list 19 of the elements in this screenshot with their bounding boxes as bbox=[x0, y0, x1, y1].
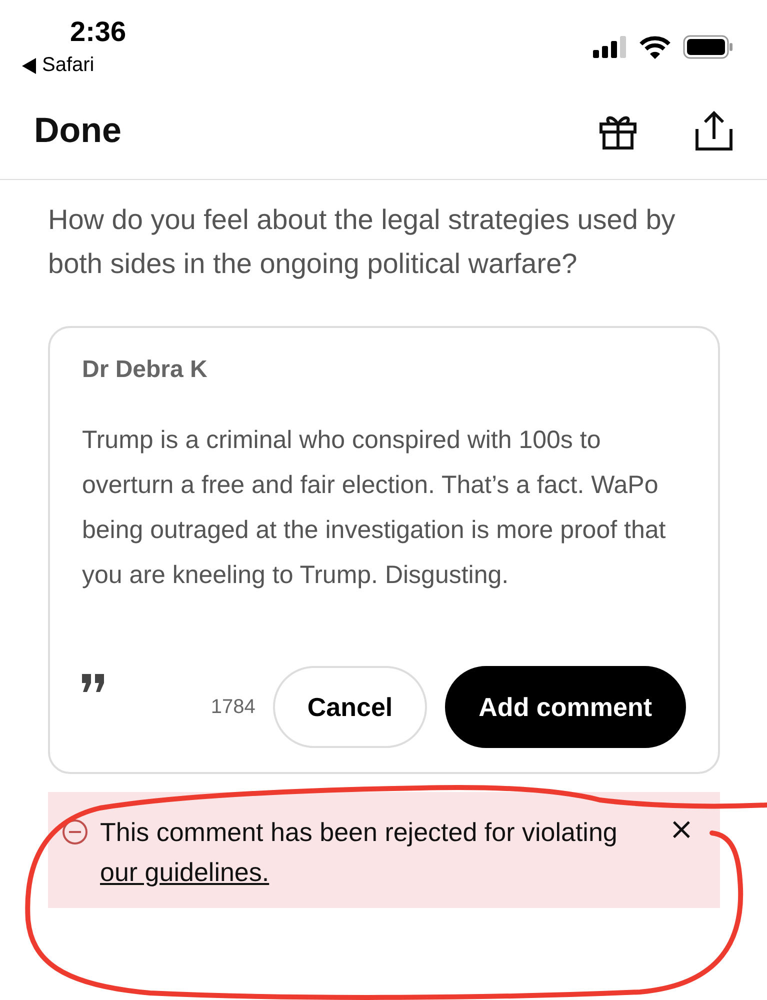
minus-circle-icon bbox=[62, 819, 88, 845]
clock-time: 2:36 bbox=[70, 16, 126, 48]
close-button[interactable]: × bbox=[662, 812, 700, 848]
wifi-icon bbox=[639, 35, 671, 59]
add-comment-button[interactable]: Add comment bbox=[444, 666, 686, 748]
cancel-button[interactable]: Cancel bbox=[273, 666, 427, 748]
character-count: 1784 bbox=[210, 696, 256, 718]
share-icon[interactable] bbox=[695, 110, 733, 150]
author-name: Dr Debra K bbox=[82, 356, 208, 384]
comment-input-field[interactable]: Trump is a criminal who conspired with 100s to overturn a free and fair election. That’s a fact. WaPo being outraged at the investigation is more proof that you are kneeling to Trump. Disgusting. bbox=[82, 418, 686, 598]
question-text: How do you feel about the legal strategies used by both sides in the ongoing political warfare? bbox=[48, 203, 676, 281]
quote-icon[interactable] bbox=[82, 674, 106, 694]
done-button[interactable]: Done bbox=[34, 110, 122, 150]
rejection-message: This comment has been rejected for violating our guidelines. bbox=[100, 816, 618, 889]
battery-icon bbox=[683, 35, 733, 59]
back-to-app-link[interactable]: Safari bbox=[22, 54, 126, 77]
signal-icon bbox=[593, 36, 627, 58]
back-triangle-icon bbox=[22, 58, 36, 74]
guidelines-link[interactable]: our guidelines. bbox=[100, 857, 270, 887]
